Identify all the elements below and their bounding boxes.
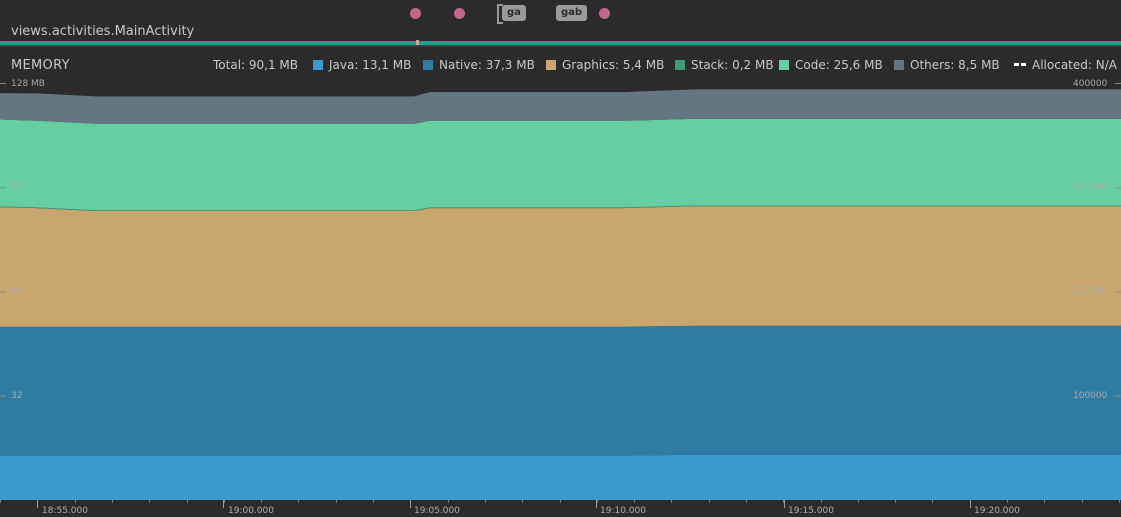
legend-code: Code: 25,6 MB [779,58,883,72]
event-timeline[interactable]: ga gab views.activities.MainActivity [0,0,1121,44]
y2-axis-label: 300000 [1073,182,1108,192]
legend-stack: Stack: 0,2 MB [675,58,774,72]
time-minor-tick [448,500,449,503]
legend-label: Stack: 0,2 MB [691,58,774,72]
legend-label: Native: 37,3 MB [439,58,535,72]
time-major-tick [596,500,597,508]
time-major-tick [223,500,224,508]
time-minor-tick [821,500,822,503]
legend-graphics: Graphics: 5,4 MB [546,58,664,72]
allocated-dash-icon [1014,63,1026,66]
memory-title: MEMORY [11,58,70,73]
time-minor-tick [895,500,896,503]
time-minor-tick [1082,500,1083,503]
y-axis-label: 32 [11,391,23,401]
y2-axis-label: 400000 [1073,79,1108,89]
time-tick-label: 19:05.000 [414,506,460,516]
area-native [0,325,1121,456]
time-minor-tick [298,500,299,503]
time-axis[interactable] [0,500,1121,517]
time-minor-tick [634,500,635,503]
graphics-swatch [546,60,556,70]
time-tick-label: 18:55.000 [42,506,88,516]
key-event-tag[interactable]: ga [502,5,526,21]
time-minor-tick [149,500,150,503]
time-minor-tick [1044,500,1045,503]
time-minor-tick [336,500,337,503]
time-minor-tick [746,500,747,503]
touch-event-marker[interactable] [410,8,421,19]
time-minor-tick [858,500,859,503]
touch-event-marker[interactable] [454,8,465,19]
time-minor-tick [522,500,523,503]
legend-java: Java: 13,1 MB [313,58,411,72]
legend-label: Java: 13,1 MB [329,58,412,72]
time-minor-tick [1007,500,1008,503]
time-minor-tick [373,500,374,503]
time-major-tick [37,500,38,508]
area-graphics [0,206,1121,327]
activity-name: views.activities.MainActivity [11,24,195,39]
legend-others: Others: 8,5 MB [894,58,1000,72]
legend-label: Allocated: N/A [1032,58,1117,72]
y2-axis-label: 100000 [1073,391,1108,401]
time-minor-tick [75,500,76,503]
stack-swatch [675,60,685,70]
time-major-tick [410,500,411,508]
time-minor-tick [1119,500,1120,503]
memory-chart[interactable] [0,83,1121,500]
time-minor-tick [560,500,561,503]
code-swatch [779,60,789,70]
touch-event-marker[interactable] [599,8,610,19]
total-memory: Total: 90,1 MB [213,58,299,72]
time-minor-tick [224,500,225,503]
y2-axis-label: 200000 [1073,286,1108,296]
time-minor-tick [671,500,672,503]
key-event-tag[interactable]: gab [556,5,588,21]
area-code [0,118,1121,211]
time-tick-label: 19:15.000 [788,506,834,516]
time-minor-tick [261,500,262,503]
time-minor-tick [485,500,486,503]
time-major-tick [784,500,785,508]
java-swatch [313,60,323,70]
time-minor-tick [932,500,933,503]
legend-label: Others: 8,5 MB [910,58,1000,72]
time-tick-label: 19:00.000 [228,506,274,516]
y-axis-label: 64 [11,286,23,296]
y-axis-label: 96 [11,182,23,192]
area-java [0,454,1121,500]
time-tick-label: 19:20.000 [974,506,1020,516]
time-minor-tick [187,500,188,503]
legend-allocated: Allocated: N/A [1014,58,1117,72]
time-minor-tick [112,500,113,503]
memory-header: MEMORY Total: 90,1 MB Java: 13,1 MB Nati… [0,47,1121,83]
legend-native: Native: 37,3 MB [423,58,535,72]
native-swatch [423,60,433,70]
time-major-tick [970,500,971,508]
time-minor-tick [0,500,1,503]
time-minor-tick [709,500,710,503]
legend-label: Code: 25,6 MB [795,58,883,72]
legend-label: Graphics: 5,4 MB [562,58,665,72]
y-axis-label: 128 MB [11,79,45,89]
others-swatch [894,60,904,70]
time-tick-label: 19:10.000 [600,506,646,516]
time-minor-tick [597,500,598,503]
